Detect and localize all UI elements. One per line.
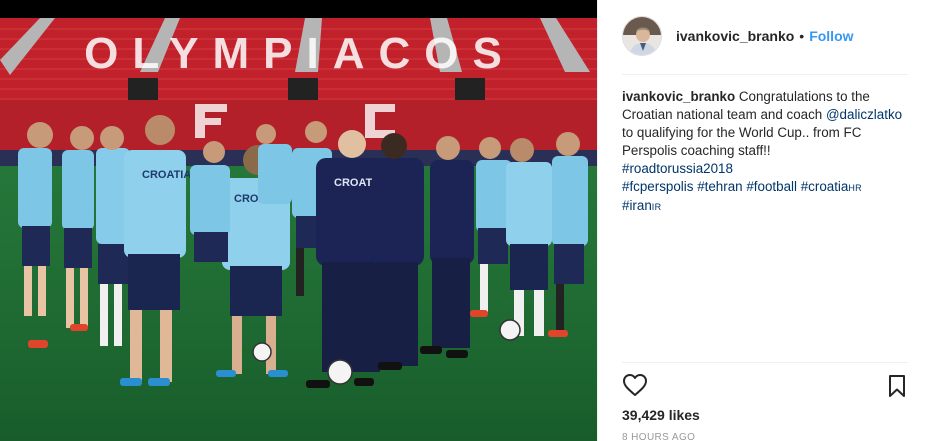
- hashtag-iran-text: #iran: [622, 198, 652, 213]
- hashtag-tehran[interactable]: #tehran: [697, 179, 742, 194]
- hashtag-fcperspolis[interactable]: #fcperspolis: [622, 179, 693, 194]
- hashtag-croatia[interactable]: #croatiaHR: [801, 179, 862, 194]
- team-training-photo: OLYMPIACOS CROATIA CROATIA: [0, 0, 597, 441]
- author-username[interactable]: ivankovic_branko: [676, 28, 794, 44]
- hashtag-croatia-text: #croatia: [800, 179, 849, 194]
- separator-dot: •: [799, 28, 805, 44]
- likes-count[interactable]: 39,429 likes: [622, 407, 700, 423]
- hashtag-roadtorussia2018[interactable]: #roadtorussia2018: [622, 161, 733, 176]
- post-header: ivankovic_branko • Follow: [598, 0, 929, 72]
- caption-text-2: to qualifying for the World Cup.. from F…: [622, 125, 862, 158]
- post-time: 8 HOURS AGO: [622, 432, 696, 441]
- avatar-image: [623, 17, 661, 55]
- follow-button[interactable]: Follow: [809, 28, 853, 44]
- profile-avatar[interactable]: [622, 16, 662, 56]
- hashtag-iran[interactable]: #iranIR: [622, 198, 661, 213]
- author-line: ivankovic_branko • Follow: [676, 28, 854, 44]
- stadium-lettering: OLYMPIACOS: [84, 29, 516, 78]
- post-side-panel: ivankovic_branko • Follow ivankovic_bran…: [597, 0, 929, 441]
- caption-username[interactable]: ivankovic_branko: [622, 89, 735, 104]
- header-divider: [622, 74, 908, 75]
- hashtag-football[interactable]: #football: [746, 179, 797, 194]
- post-caption: ivankovic_branko Congratulations to the …: [622, 88, 912, 216]
- actions-divider: [622, 362, 908, 363]
- bookmark-outline-icon[interactable]: [886, 374, 908, 398]
- post-photo[interactable]: OLYMPIACOS CROATIA CROATIA: [0, 0, 597, 441]
- flag-hr: HR: [848, 183, 862, 193]
- mention-link[interactable]: @daliczlatko: [826, 107, 902, 122]
- flag-ir: IR: [651, 202, 662, 212]
- shirt-print-croatia-1: CROATIA: [142, 169, 191, 181]
- heart-outline-icon[interactable]: [622, 372, 648, 398]
